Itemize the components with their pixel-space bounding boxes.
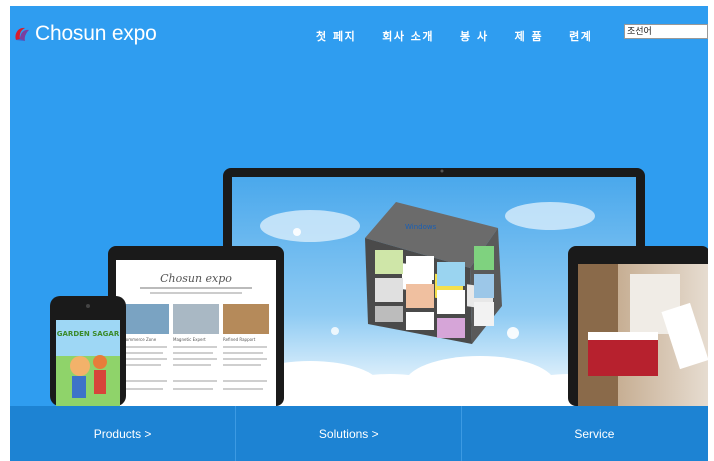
tablet-title: Chosun expo: [160, 272, 232, 285]
cube-windows-label: Windows: [405, 223, 437, 231]
tab-service[interactable]: Service: [462, 406, 708, 461]
tablet-device: Chosun expo Commerce Zone Magnetic Exper…: [108, 246, 284, 406]
tab-products[interactable]: Products >: [10, 406, 237, 461]
side-tablet-device: [568, 246, 708, 406]
page: Chosun expo 첫 페지 회사 소개 봉 사 제 품 련계 조선어 Wi…: [10, 6, 708, 461]
tablet-col-1: Commerce Zone: [123, 337, 157, 342]
bottom-tab-bar: Products > Solutions > Service: [10, 406, 708, 461]
page-right-margin: [708, 6, 714, 461]
phone-title: GARDEN SAGAR: [57, 330, 120, 338]
devices-hero-image: Windows Chosun expo Commerce Zone Magnet…: [50, 168, 708, 406]
phone-device: GARDEN SAGAR: [50, 296, 126, 406]
tablet-col-3: Refined Rapport: [223, 337, 256, 342]
tablet-col-2: Magnetic Expert: [173, 337, 206, 342]
tab-solutions[interactable]: Solutions >: [236, 406, 463, 461]
